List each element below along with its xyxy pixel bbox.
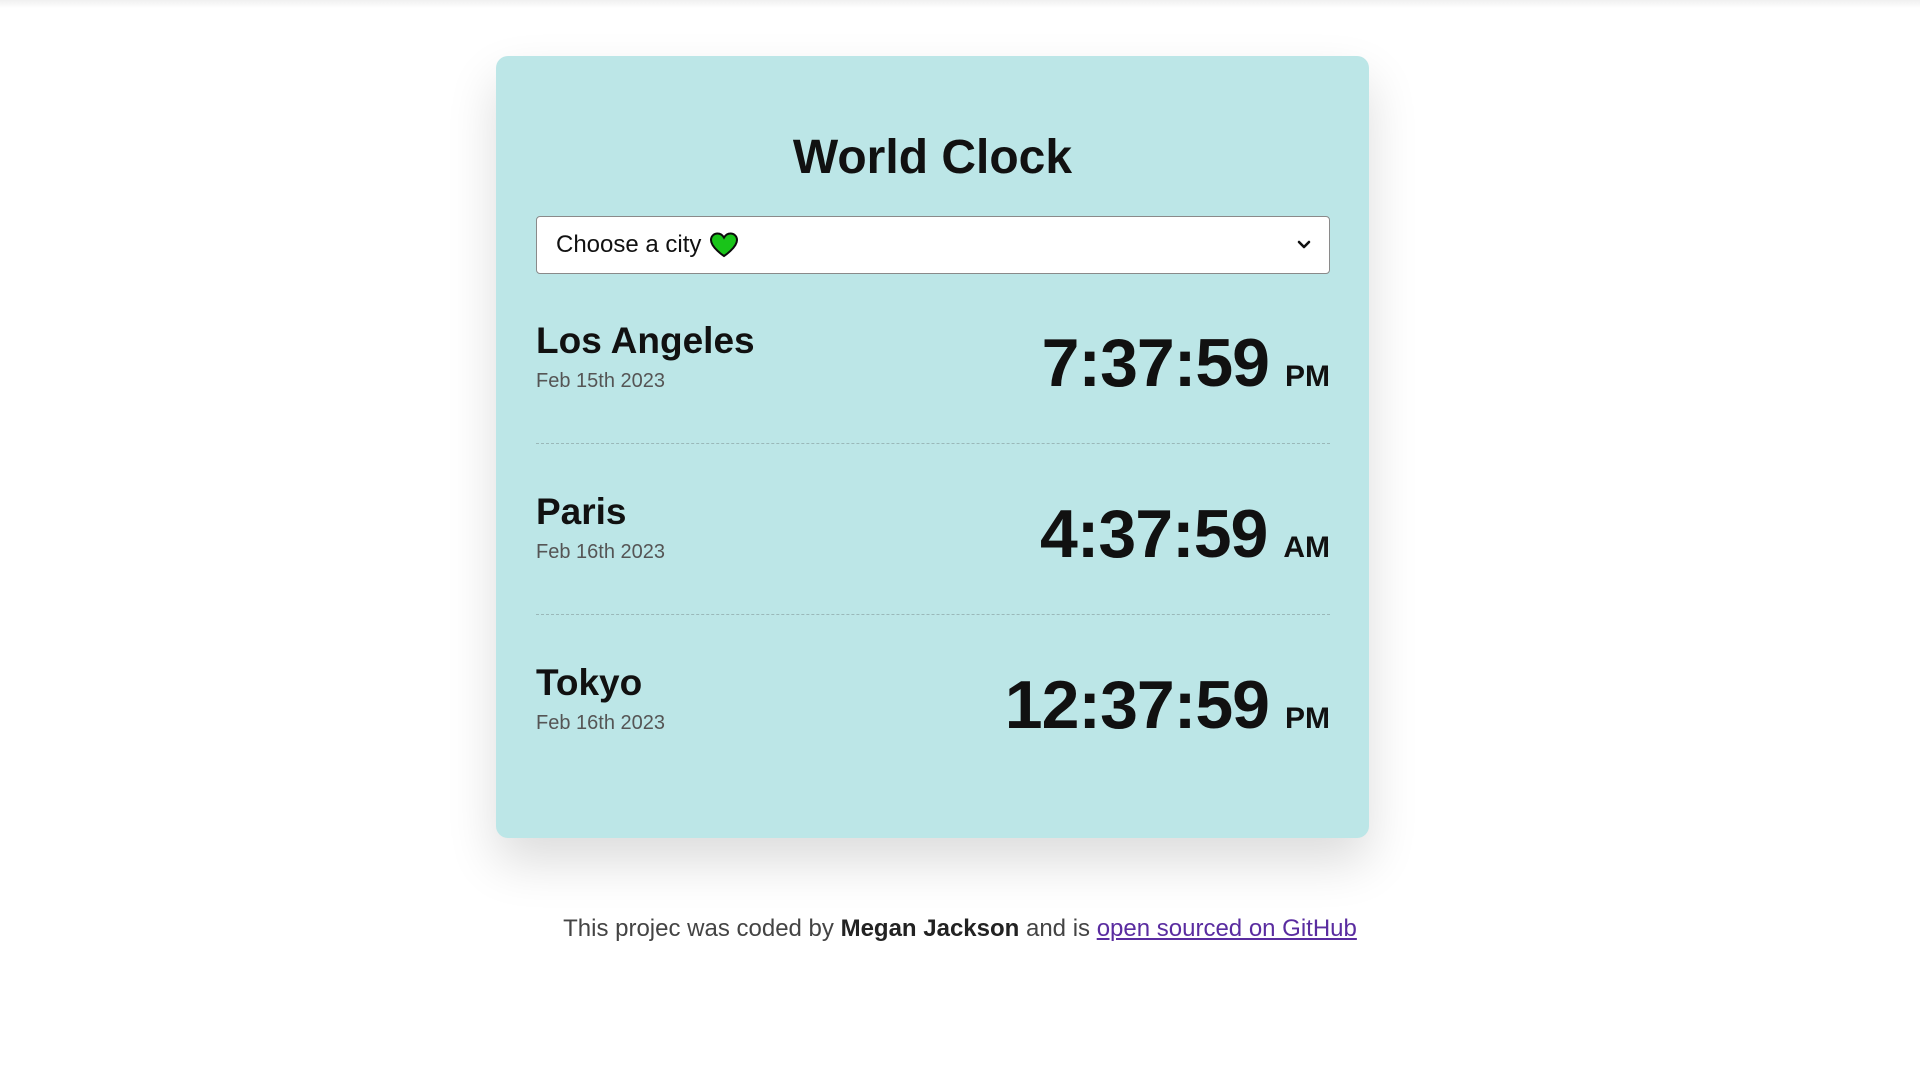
city-row-paris: Paris Feb 16th 2023 4:37:59 AM	[536, 490, 1330, 610]
footer-middle: and is	[1025, 915, 1091, 942]
city-time: 7:37:59 PM	[1042, 323, 1330, 403]
github-link[interactable]: open sourced on GitHub	[1097, 915, 1357, 942]
city-date: Feb 16th 2023	[536, 712, 665, 734]
footer: This projec was coded by Megan Jackson a…	[0, 915, 1920, 943]
time-ampm: PM	[1285, 360, 1330, 393]
page-title: World Clock	[792, 131, 1073, 184]
time-value: 4:37:59	[1039, 496, 1268, 572]
city-row-los-angeles: Los Angeles Feb 15th 2023 7:37:59 PM	[536, 319, 1330, 439]
city-date: Feb 16th 2023	[536, 541, 665, 563]
world-clock-card: World Clock Choose a city Los Angeles Fe…	[496, 56, 1369, 838]
city-name: Paris	[536, 491, 627, 532]
time-ampm: AM	[1283, 531, 1330, 564]
city-select[interactable]: Choose a city	[536, 216, 1330, 274]
city-name: Tokyo	[536, 662, 643, 703]
footer-author: Megan Jackson	[840, 915, 1020, 942]
time-ampm: PM	[1285, 702, 1330, 735]
footer-prefix: This projec was coded by	[563, 915, 834, 942]
city-date: Feb 15th 2023	[536, 370, 665, 392]
row-divider	[536, 443, 1330, 444]
city-row-tokyo: Tokyo Feb 16th 2023 12:37:59 PM	[536, 661, 1330, 781]
city-name: Los Angeles	[536, 320, 755, 361]
chevron-down-icon	[1297, 240, 1311, 249]
row-divider	[536, 614, 1330, 615]
top-shadow	[0, 0, 1920, 8]
city-time: 4:37:59 AM	[1040, 494, 1330, 574]
time-value: 12:37:59	[1004, 667, 1270, 743]
city-time: 12:37:59 PM	[1005, 665, 1330, 745]
time-value: 7:37:59	[1041, 325, 1270, 401]
city-select-label: Choose a city	[556, 231, 702, 258]
green-heart-icon	[710, 232, 739, 258]
